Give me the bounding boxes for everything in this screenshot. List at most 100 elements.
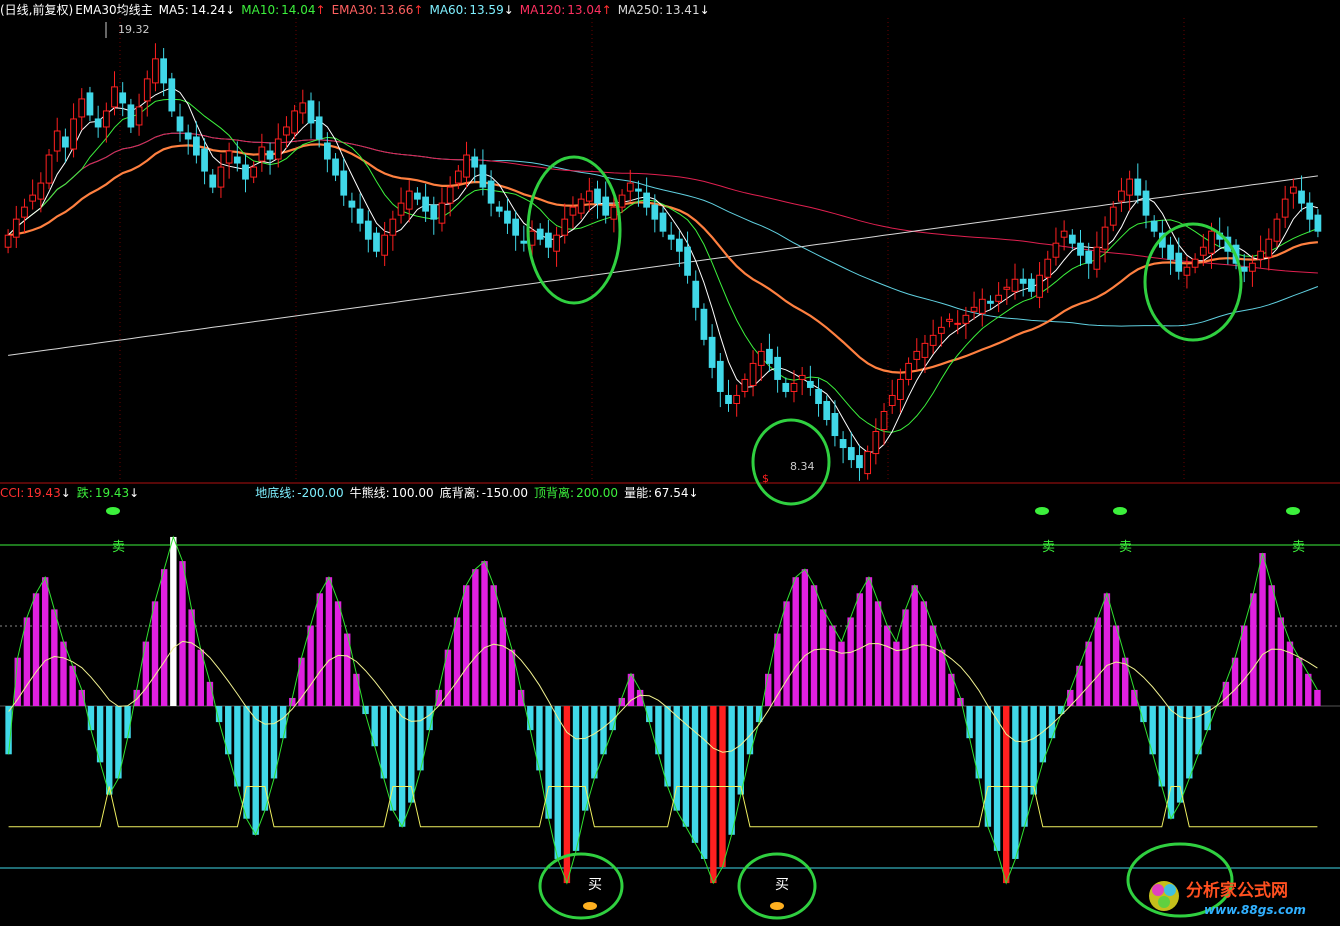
candle-body — [1273, 218, 1281, 242]
candle-body — [258, 146, 266, 162]
legend-value: 19.43 — [26, 486, 61, 500]
cci-bar — [819, 609, 827, 706]
cci-bar — [902, 609, 909, 706]
candle-body — [978, 298, 986, 314]
cci-bar — [490, 585, 497, 706]
candle-body — [225, 150, 233, 164]
legend-value: -150.00 — [481, 486, 529, 500]
cci-bar — [984, 706, 992, 827]
cci-bar — [801, 569, 809, 706]
cci-bar — [993, 706, 1001, 851]
cci-顶背离: 顶背离: 200.00 — [534, 485, 618, 501]
cci-bars — [5, 536, 1321, 884]
candle-body — [12, 218, 20, 238]
cci-bar — [710, 706, 717, 884]
legend-label: MA5: — [158, 3, 189, 17]
candle-body — [160, 58, 167, 84]
cci-bar — [307, 625, 314, 706]
candle-body — [725, 394, 732, 404]
cci-bar — [472, 569, 479, 706]
highlight-circle — [1143, 222, 1243, 342]
cci-bar — [481, 561, 488, 706]
legend-value: 100.00 — [391, 486, 434, 500]
arrow-up-icon: ↑ — [315, 3, 326, 17]
watermark-logo: 分析家公式网 www.88gs.com — [1149, 880, 1306, 917]
candle-body — [373, 232, 380, 252]
cci-bar — [41, 577, 49, 706]
watermark-name: 分析家公式网 — [1186, 880, 1288, 901]
cci-bar — [792, 577, 799, 706]
candle-body — [864, 451, 872, 475]
arrow-down-icon: ↓ — [129, 486, 140, 500]
cci-bar — [279, 706, 287, 739]
legend-label: 地底线: — [255, 486, 296, 500]
candle-body — [577, 198, 585, 214]
cci-bar — [929, 625, 937, 706]
candle-body — [299, 102, 307, 114]
cci-bar — [170, 536, 177, 706]
ma-ema30: EMA30: 13.66↑ — [332, 2, 424, 18]
candle-body — [307, 100, 315, 124]
candle-body — [831, 412, 839, 437]
candle-body — [815, 388, 822, 404]
candle-body — [405, 190, 413, 210]
candle-body — [774, 356, 781, 380]
cci-bar — [334, 601, 342, 706]
cci-bar — [865, 577, 873, 706]
candle-body — [4, 234, 12, 248]
candle-body — [446, 186, 454, 204]
cci-bar — [572, 706, 580, 851]
chart-period-title: (日线,前复权) — [0, 3, 74, 17]
legend-label: CCI: — [0, 486, 25, 500]
candle-body — [659, 212, 667, 232]
cci-bar — [1158, 706, 1166, 787]
cci-bar — [353, 673, 360, 706]
candle-body — [217, 166, 225, 188]
candle-body — [790, 382, 798, 392]
candle-body — [471, 156, 479, 168]
candle-body — [692, 280, 700, 308]
cci-bar — [252, 706, 259, 835]
candle-body — [332, 158, 339, 176]
candle-body — [888, 394, 896, 406]
candle-body — [1150, 220, 1158, 232]
candle-body — [422, 196, 429, 212]
candle-body — [1265, 238, 1273, 258]
cci-bar — [160, 569, 168, 706]
candle-body — [962, 314, 970, 324]
candle-body — [643, 192, 650, 208]
candle-body — [1085, 250, 1093, 264]
ma-ma250: MA250: 13.41↓ — [618, 2, 710, 18]
legend-label: 跌: — [76, 486, 93, 500]
candle-body — [463, 154, 470, 178]
candle-body — [94, 118, 102, 128]
cci-bar — [499, 617, 507, 706]
candle-body — [553, 234, 560, 252]
candle-body — [152, 58, 159, 84]
candle-body — [274, 138, 282, 160]
ma-ma120: MA120: 13.04↑ — [520, 2, 612, 18]
cci-bar — [1314, 689, 1321, 706]
candle-body — [1134, 178, 1142, 196]
sell-signal: 卖 — [112, 540, 125, 555]
candle-body — [184, 132, 192, 140]
ma-ma10: MA10: 14.04↑ — [241, 2, 325, 18]
gem-icon — [106, 507, 120, 515]
arrow-down-icon: ↓ — [503, 3, 514, 17]
candle-body — [45, 154, 53, 184]
cci-bar — [398, 706, 406, 827]
cci-bar — [700, 706, 708, 859]
cci-bar — [60, 641, 67, 706]
candle-body — [78, 98, 86, 118]
ma-ma60: MA60: 13.59↓ — [429, 2, 513, 18]
cci-bar — [545, 706, 552, 819]
candle-body — [766, 348, 773, 364]
candle-body — [86, 92, 94, 116]
candle-body — [757, 350, 765, 366]
cci-bar — [765, 673, 772, 706]
legend-value: 13.59 — [469, 3, 504, 17]
cci-bar — [737, 706, 745, 795]
cci-bar — [32, 593, 40, 706]
candle-body — [21, 206, 28, 218]
cci-bar — [1085, 641, 1092, 706]
